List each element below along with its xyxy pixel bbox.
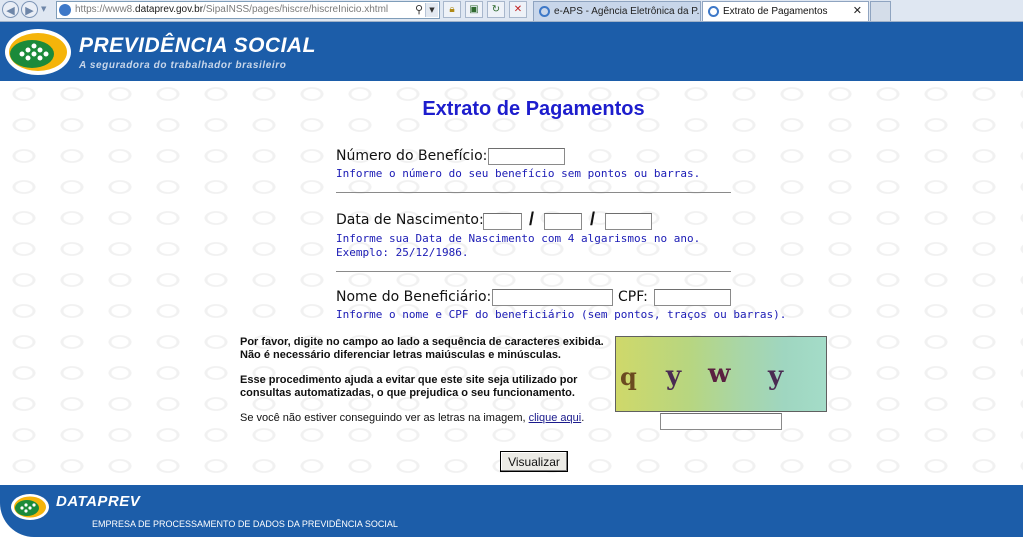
close-tab-icon[interactable]: ✕ (853, 2, 862, 21)
back-icon[interactable]: ◀ (2, 1, 19, 18)
beneficiario-label: Nome do Beneficiário: (336, 289, 492, 305)
captcha-char: y (768, 361, 784, 391)
site-header: PREVIDÊNCIA SOCIAL A seguradora do traba… (0, 22, 1023, 81)
ie-tab-icon (708, 6, 719, 17)
captcha-input[interactable] (660, 413, 782, 430)
nascimento-label: Data de Nascimento: (336, 212, 484, 228)
captcha-help-text: Se você não estiver conseguindo ver as l… (240, 412, 529, 424)
captcha-help-suffix: . (581, 412, 585, 424)
captcha-help-link[interactable]: clique aqui (529, 412, 582, 424)
lock-icon[interactable]: 🔒︎ (443, 1, 461, 18)
url-domain: dataprev.gov.br (135, 4, 204, 15)
beneficio-input[interactable] (488, 148, 565, 165)
history-dropdown-icon[interactable]: ▼ (41, 5, 46, 13)
captcha-help: Se você não estiver conseguindo ver as l… (240, 412, 584, 424)
tab-label: Extrato de Pagamentos (723, 6, 828, 17)
footer-text: EMPRESA DE PROCESSAMENTO DE DADOS DA PRE… (92, 519, 398, 529)
captcha-image: q y w y (615, 336, 827, 412)
captcha-char: w (708, 359, 731, 389)
nascimento-example: Exemplo: 25/12/1986. (336, 246, 469, 259)
cpf-input[interactable] (654, 289, 731, 306)
beneficio-label: Número do Benefício: (336, 148, 488, 164)
beneficio-hint: Informe o número do seu benefício sem po… (336, 167, 701, 180)
captcha-instruction: Não é necessário diferenciar letras maiú… (240, 349, 561, 361)
dataprev-brand: DATAPREV (56, 493, 141, 510)
captcha-instruction: Por favor, digite no campo ao lado a seq… (240, 336, 604, 348)
tab-label: e-APS - Agência Eletrônica da P... (554, 6, 701, 17)
brand-subtitle: A seguradora do trabalhador brasileiro (79, 60, 287, 71)
birth-month-input[interactable] (544, 213, 582, 230)
address-url[interactable]: https://www8.dataprev.gov.br/SipaINSS/pa… (75, 4, 388, 15)
page-title: Extrato de Pagamentos (422, 98, 645, 120)
ie-tab-icon (539, 6, 550, 17)
brand-title: PREVIDÊNCIA SOCIAL (79, 34, 316, 57)
address-dropdown-icon[interactable]: ▼ (425, 3, 438, 17)
site-footer: DATAPREV EMPRESA DE PROCESSAMENTO DE DAD… (0, 485, 1023, 537)
tab-extrato-de-pagamentos[interactable]: Extrato de Pagamentos ✕ (702, 1, 869, 21)
birth-day-input[interactable] (483, 213, 522, 230)
captcha-purpose: Esse procedimento ajuda a evitar que est… (240, 374, 578, 386)
dataprev-logo-icon (11, 494, 49, 520)
search-icon[interactable]: ⚲ (415, 3, 423, 16)
ie-page-icon (59, 4, 71, 16)
divider (336, 192, 731, 193)
compatibility-view-icon[interactable]: ▣ (465, 1, 483, 18)
birth-year-input[interactable] (605, 213, 652, 230)
captcha-purpose: consultas automatizadas, o que prejudica… (240, 387, 575, 399)
date-separator: / (590, 209, 596, 229)
forward-icon[interactable]: ▶ (21, 1, 38, 18)
divider (336, 271, 731, 272)
captcha-char: q (620, 362, 637, 391)
date-separator: / (529, 209, 535, 229)
new-tab-button[interactable] (870, 1, 891, 21)
previdencia-logo-icon (5, 29, 71, 75)
url-path: /SipaINSS/pages/hiscre/hiscreInicio.xhtm… (203, 4, 389, 15)
nome-beneficiario-input[interactable] (492, 289, 613, 306)
browser-toolbar: ◀ ▶ ▼ https://www8.dataprev.gov.br/SipaI… (0, 0, 1023, 22)
nascimento-hint: Informe sua Data de Nascimento com 4 alg… (336, 232, 701, 245)
visualizar-button[interactable]: Visualizar (500, 451, 568, 472)
page-bottom (0, 537, 1023, 556)
tab-e-aps[interactable]: e-APS - Agência Eletrônica da P... (533, 1, 701, 21)
captcha-char: y (666, 361, 682, 391)
cpf-label: CPF: (618, 289, 648, 305)
main-content: Extrato de Pagamentos Número do Benefíci… (0, 81, 1023, 485)
beneficiario-hint: Informe o nome e CPF do beneficiário (se… (336, 308, 787, 321)
refresh-icon[interactable]: ↻ (487, 1, 505, 18)
address-bar[interactable]: https://www8.dataprev.gov.br/SipaINSS/pa… (56, 1, 440, 19)
stop-icon[interactable]: ✕ (509, 1, 527, 18)
url-prefix: https://www8. (75, 4, 136, 15)
